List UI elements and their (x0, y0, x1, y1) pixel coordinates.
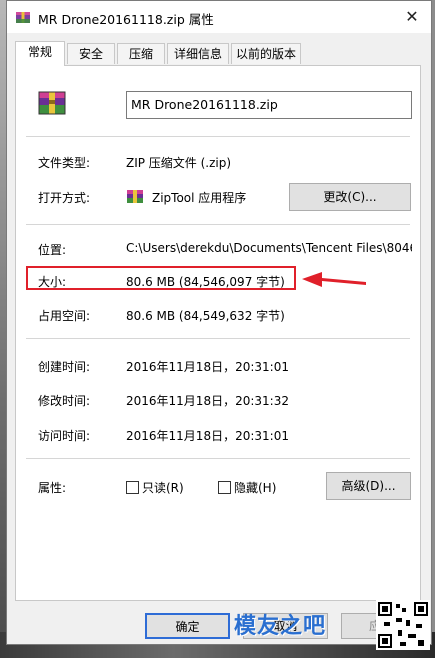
location-label: 位置: (38, 243, 67, 257)
properties-dialog: MR Drone20161118.zip 属性 ✕ 常规 安全 压缩 详细信息 … (6, 0, 432, 645)
readonly-label[interactable]: 只读(R) (142, 479, 184, 496)
close-button[interactable]: ✕ (397, 3, 427, 31)
file-type-value: ZIP 压缩文件 (.zip) (126, 156, 232, 170)
modified-value: 2016年11月18日，20:31:32 (126, 394, 289, 408)
accessed-label: 访问时间: (38, 429, 91, 443)
tab-previous-versions[interactable]: 以前的版本 (231, 43, 301, 64)
opens-with-label: 打开方式: (38, 191, 91, 205)
title-bar[interactable]: MR Drone20161118.zip 属性 ✕ (7, 1, 431, 33)
modified-label: 修改时间: (38, 394, 91, 408)
accessed-value: 2016年11月18日，20:31:01 (126, 429, 289, 443)
created-label: 创建时间: (38, 360, 91, 374)
tab-general[interactable]: 常规 (15, 41, 65, 66)
hidden-checkbox[interactable] (218, 481, 231, 494)
separator (26, 136, 410, 137)
file-name-input[interactable]: MR Drone20161118.zip (126, 91, 412, 119)
zip-file-icon (38, 91, 66, 115)
separator (26, 338, 410, 339)
opens-with-value: ZipTool 应用程序 (152, 191, 247, 205)
site-watermark: 模友之吧 (226, 600, 432, 650)
watermark-text: 模友之吧 (234, 614, 327, 639)
change-button[interactable]: 更改(C)... (289, 183, 411, 211)
size-highlight-annotation (26, 266, 296, 290)
file-type-label: 文件类型: (38, 156, 91, 170)
window-title: MR Drone20161118.zip 属性 (38, 12, 214, 27)
tab-details[interactable]: 详细信息 (167, 43, 229, 64)
hidden-label[interactable]: 隐藏(H) (234, 479, 276, 496)
size-on-disk-value: 80.6 MB (84,549,632 字节) (126, 309, 285, 323)
separator (26, 224, 410, 225)
created-value: 2016年11月18日，20:31:01 (126, 360, 289, 374)
separator (26, 458, 410, 459)
zip-archive-icon (16, 12, 30, 23)
attributes-label: 属性: (38, 481, 67, 495)
size-on-disk-label: 占用空间: (38, 309, 91, 323)
ziptool-app-icon (127, 190, 143, 203)
close-icon: ✕ (405, 7, 419, 26)
tab-security[interactable]: 安全 (67, 43, 115, 64)
tab-compression[interactable]: 压缩 (117, 43, 165, 64)
general-panel: MR Drone20161118.zip 文件类型: ZIP 压缩文件 (.zi… (15, 65, 421, 601)
red-arrow-annotation (302, 272, 366, 287)
location-value: C:\Users\derekdu\Documents\Tencent Files… (126, 241, 412, 255)
qr-code-icon (376, 600, 430, 650)
advanced-button[interactable]: 高级(D)... (326, 472, 411, 500)
readonly-checkbox[interactable] (126, 481, 139, 494)
ok-button[interactable]: 确定 (145, 613, 230, 639)
